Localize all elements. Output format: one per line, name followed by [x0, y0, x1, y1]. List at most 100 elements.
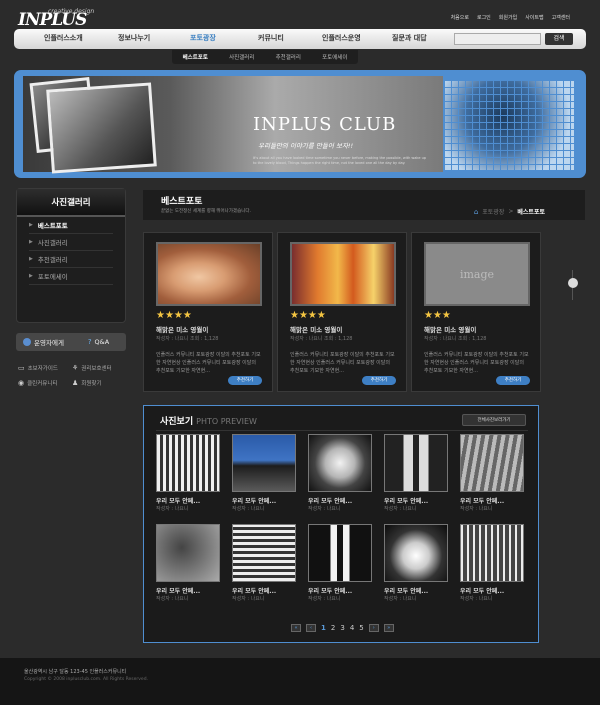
- recommend-button[interactable]: 추천하기: [362, 376, 396, 385]
- sub-nav: 베스트포토 사진갤러리 추천갤러리 포토에세이: [172, 50, 358, 64]
- util-link-login[interactable]: 로그인: [477, 14, 491, 21]
- thumbnail-title[interactable]: 우리 모두 안페...: [232, 496, 276, 505]
- thumbnail-title[interactable]: 우리 모두 안페...: [460, 586, 504, 595]
- thumbnail-image[interactable]: [232, 524, 296, 582]
- nav-item-info[interactable]: 정보나누기: [118, 33, 150, 43]
- thumbnail-image[interactable]: [308, 524, 372, 582]
- best-photo-desc: 인플러스 커뮤니티 포토광장 이달의 추천포토 기모한 자연현상 인플러스 커뮤…: [290, 352, 395, 374]
- search-button[interactable]: 검색: [545, 33, 573, 45]
- page-5[interactable]: 5: [359, 624, 363, 632]
- sidebar-item-recommend[interactable]: ▶ 추천갤러리: [29, 251, 113, 268]
- subnav-item-gallery[interactable]: 사진갤러리: [229, 53, 254, 61]
- carousel-scroller[interactable]: [568, 270, 578, 300]
- best-photo-image[interactable]: [290, 242, 396, 306]
- recommend-button[interactable]: 추천하기: [496, 376, 530, 385]
- best-photo-image[interactable]: [156, 242, 262, 306]
- preview-title: 사진보기 PHTO PREVIEW: [160, 414, 257, 427]
- thumbnail-title[interactable]: 우리 모두 안페...: [460, 496, 504, 505]
- thumbnail-meta: 작성자 : 나요니: [232, 506, 265, 512]
- page-2[interactable]: 2: [331, 624, 335, 632]
- contact-admin-button[interactable]: 운영자에게: [16, 333, 71, 351]
- rights-link[interactable]: ⚘ 권리보호센터: [72, 364, 112, 372]
- site-logo[interactable]: INPLUS creative design: [18, 6, 98, 30]
- bullet-icon: ▶: [29, 256, 33, 262]
- view-all-photos-button[interactable]: 전체사진보러가기: [462, 414, 526, 426]
- thumbnail-meta: 작성자 : 나요니: [384, 596, 417, 602]
- last-page-icon[interactable]: »: [383, 624, 394, 632]
- nav-item-photo[interactable]: 포토광장: [190, 33, 216, 43]
- next-page-icon[interactable]: ›: [368, 624, 379, 632]
- breadcrumb: ⌂ 포토광장 > 베스트포토: [474, 207, 545, 217]
- home-icon[interactable]: ⌂: [474, 208, 478, 216]
- thumbnail-title[interactable]: 우리 모두 안페...: [232, 586, 276, 595]
- recommend-button[interactable]: 추천하기: [228, 376, 262, 385]
- thumbnail-title[interactable]: 우리 모두 안페...: [384, 496, 428, 505]
- page-4[interactable]: 4: [350, 624, 354, 632]
- thumbnail-image[interactable]: [156, 524, 220, 582]
- page-1[interactable]: 1: [321, 624, 326, 632]
- thumbnail-image[interactable]: [308, 434, 372, 492]
- shield-icon: ⚘: [72, 364, 79, 372]
- util-link-join[interactable]: 회원가입: [499, 14, 517, 21]
- sidebar-item-label: 추천갤러리: [37, 256, 68, 264]
- search-input[interactable]: [454, 33, 541, 45]
- best-photo-title[interactable]: 해맑은 미소 영월이: [156, 324, 208, 334]
- thumbnail-image[interactable]: [460, 434, 524, 492]
- breadcrumb-item[interactable]: 포토광장: [482, 207, 504, 216]
- nav-item-community[interactable]: 커뮤니티: [258, 33, 284, 43]
- thumbnail-title[interactable]: 우리 모두 안페...: [308, 586, 352, 595]
- sidebar-item-gallery[interactable]: ▶ 사진갤러리: [29, 234, 113, 251]
- thumbnail-image[interactable]: [156, 434, 220, 492]
- thumbnail-image[interactable]: [232, 434, 296, 492]
- prev-page-icon[interactable]: ‹: [306, 624, 316, 632]
- subnav-item-best[interactable]: 베스트포토: [183, 53, 208, 61]
- sidebar-menu: 사진갤러리 ▶ 베스트포토 ▶ 사진갤러리 ▶ 추천갤러리 ▶ 포토에세이: [16, 188, 126, 323]
- best-photo-card: ★★★★ 해맑은 미소 영월이 작성자 : 나요니 조회 : 1,128 인플러…: [277, 232, 407, 392]
- util-link-sitemap[interactable]: 사이트맵: [525, 14, 543, 21]
- guide-link[interactable]: ▭ 초보자가이드: [18, 364, 58, 372]
- find-member-link[interactable]: ♟ 회원찾기: [72, 379, 102, 387]
- clean-community-link[interactable]: ◉ 클린커뮤니티: [18, 379, 57, 387]
- best-photo-title[interactable]: 해맑은 미소 영월이: [290, 324, 342, 334]
- util-link-support[interactable]: 고객센터: [552, 14, 570, 21]
- best-photo-card: ★★★★ 해맑은 미소 영월이 작성자 : 나요니 조회 : 1,128 인플러…: [143, 232, 273, 392]
- thumbnail-title[interactable]: 우리 모두 안페...: [308, 496, 352, 505]
- best-photo-title[interactable]: 해맑은 미소 영월이: [424, 324, 476, 334]
- footer: 울산광역시 남구 달동 123-45 인플러스커뮤니티 Copyright © …: [0, 658, 600, 705]
- sidebar-item-best[interactable]: ▶ 베스트포토: [29, 217, 113, 234]
- thumbnail-image[interactable]: [384, 434, 448, 492]
- util-link-home[interactable]: 처음으로: [451, 14, 469, 21]
- scroll-knob[interactable]: [568, 278, 578, 288]
- thumbnail-meta: 작성자 : 나요니: [156, 596, 189, 602]
- subnav-item-essay[interactable]: 포토에세이: [322, 53, 347, 61]
- best-photo-meta: 작성자 : 나요니 조회 : 1,128: [424, 336, 487, 342]
- nav-item-operation[interactable]: 인플러스운영: [322, 33, 361, 43]
- thumbnail-meta: 작성자 : 나요니: [460, 596, 493, 602]
- subnav-item-recommend[interactable]: 추천갤러리: [276, 53, 301, 61]
- thumbnail-meta: 작성자 : 나요니: [308, 596, 341, 602]
- page-3[interactable]: 3: [340, 624, 344, 632]
- page-description: 끝없는 도전정신 세계를 향해 뛰어나가겠습니다.: [161, 209, 251, 214]
- thumbnail-image[interactable]: [384, 524, 448, 582]
- bullet-icon: ▶: [29, 273, 33, 279]
- main-nav: 인플러스소개 정보나누기 포토광장 커뮤니티 인플러스운영 질문과 대답 검색: [14, 29, 586, 49]
- first-page-icon[interactable]: «: [291, 624, 301, 632]
- thumbnail-title[interactable]: 우리 모두 안페...: [384, 586, 428, 595]
- thumbnail-image[interactable]: [460, 524, 524, 582]
- qna-button[interactable]: ? Q&A: [71, 333, 126, 351]
- nav-item-about[interactable]: 인플러스소개: [44, 33, 83, 43]
- nav-item-qna[interactable]: 질문과 대답: [392, 33, 427, 43]
- logo-subtitle: creative design: [48, 8, 95, 15]
- preview-title-ko: 사진보기: [160, 417, 194, 427]
- best-photo-desc: 인플러스 커뮤니티 포토광장 이달의 추천포토 기모한 자연현상 인플러스 커뮤…: [424, 352, 529, 374]
- bullet-icon: ▶: [29, 222, 33, 228]
- banner-image: INPLUS CLUB 우리들만의 이야기를 만들어 보자!! It's abo…: [23, 76, 443, 174]
- thumbnail-title[interactable]: 우리 모두 안페...: [156, 496, 200, 505]
- best-photo-meta: 작성자 : 나요니 조회 : 1,128: [290, 336, 353, 342]
- user-icon: ♟: [72, 379, 79, 387]
- image-placeholder[interactable]: image: [424, 242, 530, 306]
- question-icon: ?: [87, 338, 92, 346]
- thumbnail-title[interactable]: 우리 모두 안페...: [156, 586, 200, 595]
- sidebar-title: 사진갤러리: [17, 189, 125, 217]
- sidebar-item-essay[interactable]: ▶ 포토에세이: [29, 268, 113, 285]
